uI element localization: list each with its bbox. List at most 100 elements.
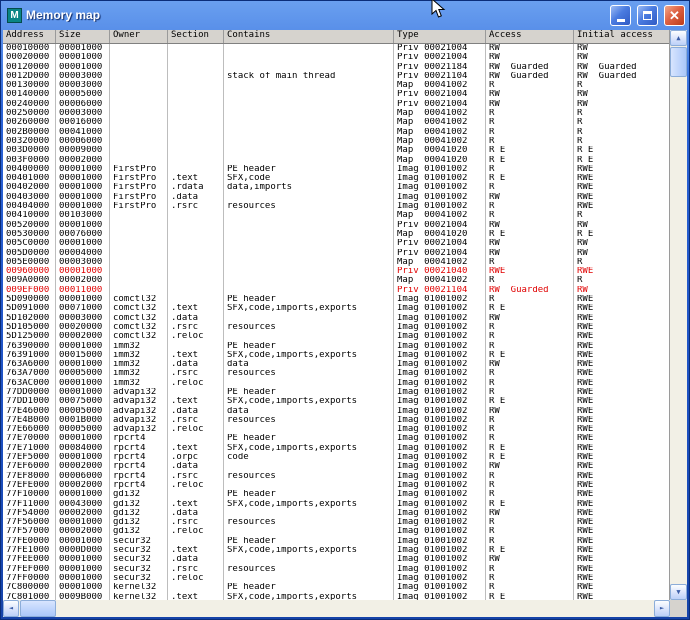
table-row[interactable]: 77E6600000005000advapi32.relocImag 01001… xyxy=(3,425,669,434)
cell-type: Priv 00021104 xyxy=(394,72,486,81)
scroll-right-button[interactable]: ► xyxy=(654,600,670,617)
table-row[interactable]: 0040400000001000FirstPro.rsrcresourcesIm… xyxy=(3,202,669,211)
cell-type: Imag 01001002 xyxy=(394,425,486,434)
column-header-address[interactable]: Address xyxy=(3,30,56,43)
scroll-up-button[interactable]: ▲ xyxy=(670,30,687,46)
column-header-access[interactable]: Access xyxy=(486,30,574,43)
column-header-type[interactable]: Type xyxy=(394,30,486,43)
maximize-button[interactable] xyxy=(637,5,658,26)
column-header-size[interactable]: Size xyxy=(56,30,110,43)
table-row[interactable]: 77FE000000001000secur32PE headerImag 010… xyxy=(3,537,669,546)
app-icon: M xyxy=(7,8,22,23)
table-row[interactable]: 005C000000001000Priv 00021004RWRW xyxy=(3,239,669,248)
table-row[interactable]: 77DD000000001000advapi32PE headerImag 01… xyxy=(3,388,669,397)
horizontal-scroll-thumb[interactable] xyxy=(20,600,56,617)
table-row[interactable]: 7C8010000009B000kernel32.textSFX,code,im… xyxy=(3,593,669,600)
table-row[interactable]: 0032000000006000Map 00041002RR xyxy=(3,137,669,146)
table-row[interactable]: 77F5700000002000gdi32.relocImag 01001002… xyxy=(3,527,669,536)
table-row[interactable]: 0013000000003000Map 00041002RR xyxy=(3,81,669,90)
table-row[interactable]: 7639100000015000imm32.textSFX,code,impor… xyxy=(3,351,669,360)
cell-initial: RWE xyxy=(574,434,669,443)
column-header-owner[interactable]: Owner xyxy=(110,30,168,43)
table-row[interactable]: 005D000000004000Priv 00021004RWRW xyxy=(3,249,669,258)
cell-owner xyxy=(110,276,168,285)
vertical-scrollbar[interactable]: ▲ ▼ xyxy=(670,30,687,600)
table-row[interactable]: 7639000000001000imm32PE headerImag 01001… xyxy=(3,342,669,351)
table-row[interactable]: 5D10500000020000comctl32.rsrcresourcesIm… xyxy=(3,323,669,332)
table-row[interactable]: 0041000000103000Map 00041002RR xyxy=(3,211,669,220)
scroll-down-button[interactable]: ▼ xyxy=(670,584,687,600)
vertical-scroll-thumb[interactable] xyxy=(670,47,687,77)
table-row[interactable]: 0096000000001000Priv 00021040RWERWE xyxy=(3,267,669,276)
column-header-contains[interactable]: Contains xyxy=(224,30,394,43)
cell-access: R xyxy=(486,527,574,536)
table-row[interactable]: 77FEF00000001000secur32.rsrcresourcesIma… xyxy=(3,565,669,574)
cell-access: R xyxy=(486,388,574,397)
table-row[interactable]: 77FEE00000001000secur32.dataImag 0100100… xyxy=(3,555,669,564)
table-row[interactable]: 009EF00000011000Priv 00021104RW GuardedR… xyxy=(3,286,669,295)
table-row[interactable]: 003D000000009000Map 00041020R ER E xyxy=(3,146,669,155)
table-row[interactable]: 77EF600000002000rpcrt4.dataImag 01001002… xyxy=(3,462,669,471)
table-row[interactable]: 5D12500000002000comctl32.relocImag 01001… xyxy=(3,332,669,341)
table-row[interactable]: 77F1100000043000gdi32.textSFX,code,impor… xyxy=(3,500,669,509)
horizontal-scrollbar[interactable]: ◄ ► xyxy=(3,600,670,617)
table-row[interactable]: 0040100000001000FirstPro.textSFX,codeIma… xyxy=(3,174,669,183)
table-row[interactable]: 77E4B0000001B000advapi32.rsrcresourcesIm… xyxy=(3,416,669,425)
cell-initial: RWE xyxy=(574,574,669,583)
table-row[interactable]: 77E7100000084000rpcrt4.textSFX,code,impo… xyxy=(3,444,669,453)
table-row[interactable]: 763AC00000001000imm32.relocImag 01001002… xyxy=(3,379,669,388)
table-row[interactable]: 0002000000001000Priv 00021004RWRW xyxy=(3,53,669,62)
column-header-section[interactable]: Section xyxy=(168,30,224,43)
cell-owner: imm32 xyxy=(110,360,168,369)
table-row[interactable]: 0012000000001000Priv 00021184RW GuardedR… xyxy=(3,63,669,72)
scroll-left-button[interactable]: ◄ xyxy=(3,600,19,617)
table-row[interactable]: 0001000000001000Priv 00021004RWRW xyxy=(3,44,669,53)
memory-table-body[interactable]: 0001000000001000Priv 00021004RWRW0002000… xyxy=(3,44,669,600)
table-row[interactable]: 0040300000001000FirstPro.dataImag 010010… xyxy=(3,193,669,202)
cell-type: Imag 01001002 xyxy=(394,397,486,406)
table-row[interactable]: 77E4600000005000advapi32.datadataImag 01… xyxy=(3,407,669,416)
table-row[interactable]: 002B000000041000Map 00041002RR xyxy=(3,128,669,137)
table-row[interactable]: 77EFE00000002000rpcrt4.relocImag 0100100… xyxy=(3,481,669,490)
horizontal-scroll-track[interactable] xyxy=(19,600,654,617)
minimize-button[interactable] xyxy=(610,5,631,26)
table-row[interactable]: 0040000000001000FirstProPE headerImag 01… xyxy=(3,165,669,174)
table-row[interactable]: 77F1000000001000gdi32PE headerImag 01001… xyxy=(3,490,669,499)
table-row[interactable]: 0026000000016000Map 00041002RR xyxy=(3,118,669,127)
table-row[interactable]: 0024000000006000Priv 00021004RWRW xyxy=(3,100,669,109)
table-row[interactable]: 77FF000000001000secur32.relocImag 010010… xyxy=(3,574,669,583)
table-row[interactable]: 5D10200000003000comctl32.dataImag 010010… xyxy=(3,314,669,323)
cell-owner: advapi32 xyxy=(110,388,168,397)
column-header-initial[interactable]: Initial access xyxy=(574,30,669,43)
table-row[interactable]: 0053000000076000Map 00041020R ER E xyxy=(3,230,669,239)
table-row[interactable]: 77DD100000075000advapi32.textSFX,code,im… xyxy=(3,397,669,406)
table-row[interactable]: 77F5600000001000gdi32.rsrcresourcesImag … xyxy=(3,518,669,527)
table-row[interactable]: 77E7000000001000rpcrt4PE headerImag 0100… xyxy=(3,434,669,443)
table-row[interactable]: 0014000000005000Priv 00021004RWRW xyxy=(3,90,669,99)
table-row[interactable]: 77F5400000002000gdi32.dataImag 01001002R… xyxy=(3,509,669,518)
cell-owner xyxy=(110,156,168,165)
vertical-scroll-track[interactable] xyxy=(670,46,687,584)
cell-section xyxy=(168,239,224,248)
table-row[interactable]: 0040200000001000FirstPro.rdatadata,impor… xyxy=(3,183,669,192)
cell-address: 763A7000 xyxy=(3,369,56,378)
table-row[interactable]: 0012D00000003000stack of main threadPriv… xyxy=(3,72,669,81)
cell-owner: kernel32 xyxy=(110,593,168,600)
table-row[interactable]: 5D09000000001000comctl32PE headerImag 01… xyxy=(3,295,669,304)
table-row[interactable]: 77EF500000001000rpcrt4.orpccodeImag 0100… xyxy=(3,453,669,462)
cell-type: Imag 01001002 xyxy=(394,416,486,425)
table-row[interactable]: 763A700000005000imm32.rsrcresourcesImag … xyxy=(3,369,669,378)
table-row[interactable]: 7C80000000001000kernel32PE headerImag 01… xyxy=(3,583,669,592)
table-row[interactable]: 763A600000001000imm32.datadataImag 01001… xyxy=(3,360,669,369)
table-row[interactable]: 0025000000003000Map 00041002RR xyxy=(3,109,669,118)
title-bar[interactable]: M Memory map ✕ xyxy=(0,0,690,27)
table-row[interactable]: 77FE10000000D000secur32.textSFX,code,imp… xyxy=(3,546,669,555)
close-button[interactable]: ✕ xyxy=(664,5,685,26)
table-row[interactable]: 009A000000002000Map 00041002RR xyxy=(3,276,669,285)
table-row[interactable]: 5D09100000071000comctl32.textSFX,code,im… xyxy=(3,304,669,313)
table-row[interactable]: 003F000000002000Map 00041020R ER E xyxy=(3,156,669,165)
table-row[interactable]: 0052000000001000Priv 00021004RWRW xyxy=(3,221,669,230)
table-row[interactable]: 005E000000003000Map 00041002RR xyxy=(3,258,669,267)
cell-owner xyxy=(110,100,168,109)
table-row[interactable]: 77EF800000006000rpcrt4.rsrcresourcesImag… xyxy=(3,472,669,481)
